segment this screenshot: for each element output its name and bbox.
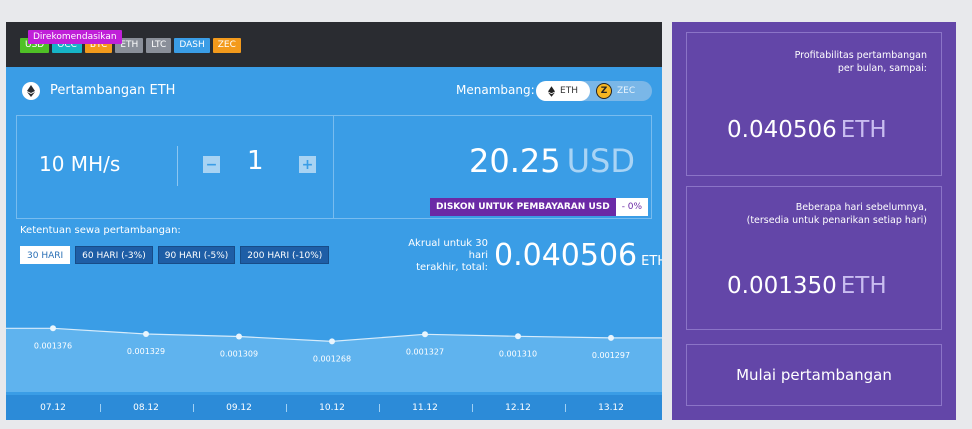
mining-coin-label: Menambang:: [456, 83, 535, 97]
discount-currency: USD: [588, 202, 610, 212]
page-title: Pertambangan ETH: [50, 83, 176, 98]
accrual-label-line2: terakhir, total:: [416, 262, 488, 273]
chart-x-separator: [99, 404, 101, 412]
monthly-profit-label-line2: per bulan, sampai:: [837, 63, 927, 74]
chart-data-label: 0.001327: [406, 347, 444, 356]
previous-days: 0.001350 ETH: [727, 273, 887, 299]
chart-x-tick-label: 12.12: [505, 403, 531, 413]
chart-x-tick-label: 09.12: [226, 403, 252, 413]
chart-point: [50, 325, 56, 332]
decrease-quantity-button[interactable]: −: [203, 156, 220, 173]
previous-days-label-line1: Beberapa hari sebelumnya,: [795, 202, 927, 213]
chart-x-separator: [192, 404, 194, 412]
coin-switch[interactable]: ETH Z ZEC: [536, 81, 652, 101]
previous-days-label-line2: (tersedia untuk penarikan setiap hari): [746, 215, 927, 226]
previous-days-value: 0.001350: [727, 273, 837, 299]
increase-quantity-button[interactable]: +: [299, 156, 316, 173]
accrual-unit: ETH: [641, 254, 662, 269]
chart-x-axis: 07.12 08.12 09.12 10.12 11.12 12.12 13.12: [6, 395, 662, 420]
hashrate-value: 10 MH/s: [39, 152, 121, 176]
box-divider: [333, 116, 334, 218]
rental-term-button[interactable]: 60 HARI (-3%): [75, 246, 153, 264]
chart-point: [143, 331, 149, 337]
chart-x-separator: [285, 404, 287, 412]
monthly-profit: 0.040506 ETH: [727, 117, 887, 143]
price-value: 20.25: [469, 142, 561, 180]
chart-point: [422, 331, 428, 338]
rental-term-button[interactable]: 90 HARI (-5%): [157, 246, 236, 264]
chart-x-tick-label: 07.12: [40, 403, 66, 413]
chart-x-separator: [471, 404, 473, 412]
chart-x-tick-label: 08.12: [133, 403, 159, 413]
rental-term-button[interactable]: 200 HARI (-10%): [240, 246, 330, 264]
chart-x-separator: [564, 404, 566, 412]
previous-days-box: Beberapa hari sebelumnya, (tersedia untu…: [686, 186, 942, 330]
monthly-profit-label-line1: Profitabilitas pertambangan: [794, 50, 927, 61]
accrual-value: 0.040506: [494, 238, 638, 273]
chart-data-label: 0.001309: [220, 350, 258, 359]
previous-days-label: Beberapa hari sebelumnya, (tersedia untu…: [747, 201, 927, 227]
discount-value: - 0%: [615, 198, 649, 216]
chart-x-tick-label: 13.12: [598, 403, 624, 413]
price-currency: USD: [566, 142, 635, 180]
coin-option-eth[interactable]: ETH: [536, 81, 590, 101]
zcash-icon: Z: [596, 83, 612, 99]
coin-option-zec[interactable]: Z ZEC: [596, 81, 635, 101]
chart-point: [608, 334, 614, 341]
monthly-profit-value: 0.040506: [727, 117, 837, 143]
currency-tab-ltc[interactable]: LTC: [146, 38, 172, 53]
recommended-badge: Direkomendasikan: [28, 30, 122, 44]
chart-point: [515, 333, 521, 340]
accrual-label-line1: Akrual untuk 30 hari: [408, 238, 488, 261]
coin-eth-label: ETH: [560, 86, 578, 96]
chart-x-tick-label: 11.12: [412, 403, 438, 413]
discount-label-text: DISKON UNTUK PEMBAYARAN: [436, 202, 586, 212]
ethereum-icon: [548, 85, 556, 97]
profitability-panel: Profitabilitas pertambangan per bulan, s…: [672, 22, 956, 420]
chart-point: [236, 333, 242, 340]
currency-tab-zec[interactable]: ZEC: [212, 38, 241, 53]
rental-term-button[interactable]: 30 HARI: [20, 246, 71, 264]
monthly-profit-box: Profitabilitas pertambangan per bulan, s…: [686, 32, 942, 176]
ethereum-icon: [22, 82, 40, 100]
previous-days-unit: ETH: [840, 273, 887, 299]
accrual-label: Akrual untuk 30 hari terakhir, total:: [386, 238, 488, 274]
start-mining-button[interactable]: Mulai pertambangan: [686, 344, 942, 406]
currency-bar: Direkomendasikan USD OCC BTC ETH LTC DASH ZEC: [6, 22, 662, 67]
chart-data-label: 0.001297: [592, 351, 630, 360]
rental-terms: 30 HARI 60 HARI (-3%) 90 HARI (-5%) 200 HAR…: [20, 246, 330, 264]
monthly-profit-unit: ETH: [840, 117, 887, 143]
daily-accrual-chart: 0.001376 0.001329 0.001309 0.001268 0.001327…: [6, 325, 662, 392]
chart-data-label: 0.001329: [127, 347, 165, 356]
mining-calculator: Direkomendasikan USD OCC BTC ETH LTC DASH ZEC …: [6, 22, 662, 420]
chart-x-tick-label: 10.12: [319, 403, 345, 413]
rental-terms-label: Ketentuan sewa pertambangan:: [20, 225, 181, 236]
divider: [177, 146, 178, 186]
chart-point: [329, 338, 335, 345]
discount-badge: DISKON UNTUK PEMBAYARAN USD - 0%: [430, 198, 649, 216]
currency-tab-dash[interactable]: DASH: [174, 38, 210, 53]
quantity-value: 1: [247, 146, 264, 176]
chart-data-label: 0.001376: [34, 341, 72, 350]
chart-data-label: 0.001268: [313, 354, 351, 363]
monthly-profit-label: Profitabilitas pertambangan per bulan, s…: [795, 49, 927, 75]
chart-x-separator: [378, 404, 380, 412]
chart-data-label: 0.001310: [499, 349, 537, 358]
coin-zec-label: ZEC: [617, 86, 636, 96]
price: 20.25 USD: [469, 142, 635, 180]
calculator-header: Pertambangan ETH Menambang: ETH Z ZEC: [6, 67, 662, 115]
discount-label: DISKON UNTUK PEMBAYARAN USD: [430, 198, 616, 216]
accrual-total: 0.040506ETH: [494, 238, 662, 273]
